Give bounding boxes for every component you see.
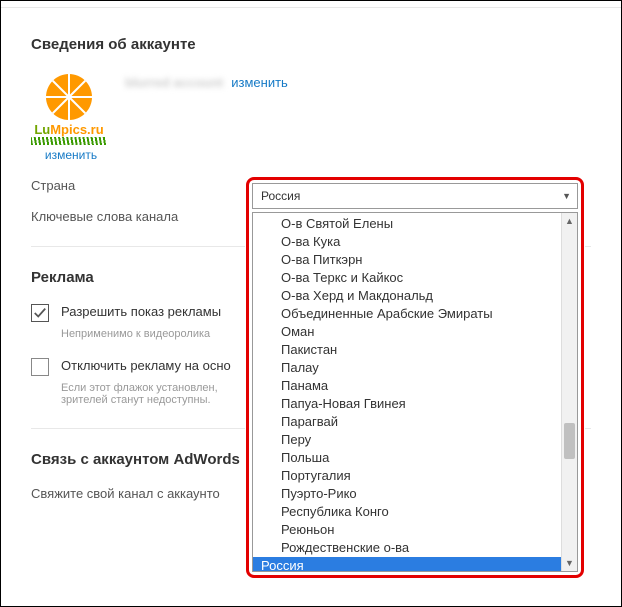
change-avatar-link[interactable]: изменить <box>45 148 97 162</box>
disable-ads-label: Отключить рекламу на осно <box>61 358 231 373</box>
country-dropdown[interactable]: Россия ▼ О-в Святой ЕленыО-ва КукаО-ва П… <box>246 177 584 578</box>
change-name-link[interactable]: изменить <box>231 75 288 90</box>
country-label: Страна <box>31 178 231 193</box>
country-option[interactable]: Пуэрто-Рико <box>253 485 577 503</box>
allow-ads-label: Разрешить показ рекламы <box>61 304 221 319</box>
account-section-title: Сведения об аккаунте <box>31 36 591 53</box>
country-option[interactable]: Португалия <box>253 467 577 485</box>
scroll-thumb[interactable] <box>564 423 575 459</box>
country-option[interactable]: О-ва Херд и Макдональд <box>253 287 577 305</box>
channel-avatar: LuMpics.ru <box>31 71 107 147</box>
country-option[interactable]: Папуа-Новая Гвинея <box>253 395 577 413</box>
keywords-label: Ключевые слова канала <box>31 209 231 224</box>
country-option[interactable]: Польша <box>253 449 577 467</box>
country-option[interactable]: Рождественские о-ва <box>253 539 577 557</box>
country-option[interactable]: Пакистан <box>253 341 577 359</box>
country-option[interactable]: Парагвай <box>253 413 577 431</box>
country-dropdown-selected[interactable]: Россия ▼ <box>252 183 578 209</box>
country-option[interactable]: Реюньон <box>253 521 577 539</box>
country-option[interactable]: Оман <box>253 323 577 341</box>
country-option[interactable]: Палау <box>253 359 577 377</box>
chevron-down-icon: ▼ <box>562 191 571 201</box>
scroll-up-icon[interactable]: ▲ <box>562 213 577 229</box>
country-option[interactable]: Республика Конго <box>253 503 577 521</box>
country-option[interactable]: Россия <box>253 557 577 572</box>
country-selected-value: Россия <box>261 189 300 203</box>
country-option[interactable]: О-ва Питкэрн <box>253 251 577 269</box>
country-option[interactable]: Перу <box>253 431 577 449</box>
disable-ads-checkbox[interactable] <box>31 358 49 376</box>
country-dropdown-list[interactable]: О-в Святой ЕленыО-ва КукаО-ва ПиткэрнО-в… <box>252 212 578 572</box>
country-option[interactable]: Панама <box>253 377 577 395</box>
country-option[interactable]: О-ва Кука <box>253 233 577 251</box>
allow-ads-checkbox[interactable] <box>31 304 49 322</box>
country-option[interactable]: Объединенные Арабские Эмираты <box>253 305 577 323</box>
country-option[interactable]: О-ва Теркс и Кайкос <box>253 269 577 287</box>
account-name-blurred: blurred account <box>125 75 223 90</box>
scroll-down-icon[interactable]: ▼ <box>562 555 577 571</box>
country-option[interactable]: О-в Святой Елены <box>253 215 577 233</box>
dropdown-scrollbar[interactable]: ▲ ▼ <box>561 213 577 571</box>
